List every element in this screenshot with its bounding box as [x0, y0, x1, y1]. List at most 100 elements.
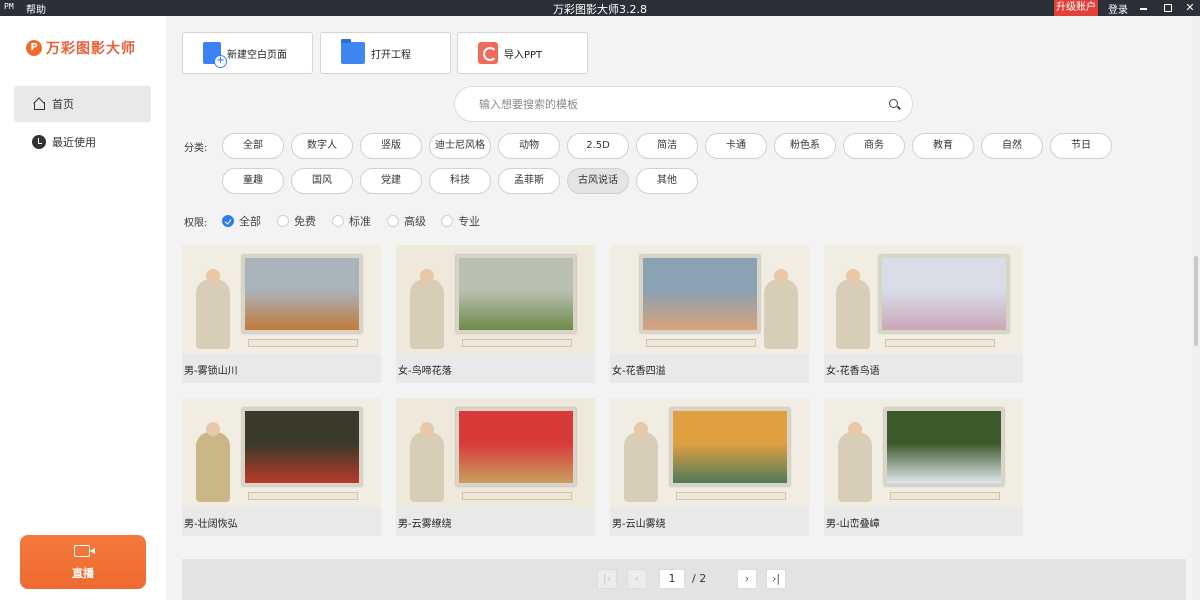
template-thumbnail: [182, 398, 381, 507]
category-chip[interactable]: 竖版: [360, 133, 422, 159]
category-chip[interactable]: 数字人: [291, 133, 353, 159]
scrollbar-thumb[interactable]: [1194, 256, 1198, 346]
template-title: 男-云雾缭绕: [398, 519, 452, 530]
category-chip[interactable]: 2.5D: [567, 133, 629, 159]
category-chip[interactable]: 国风: [291, 168, 353, 194]
template-thumbnail: [396, 398, 595, 507]
next-page-button[interactable]: ›: [737, 569, 757, 589]
permission-radio[interactable]: 高级: [387, 213, 426, 229]
category-chip[interactable]: 全部: [222, 133, 284, 159]
category-chip[interactable]: 简洁: [636, 133, 698, 159]
template-card[interactable]: 女-花香鸟语: [824, 245, 1023, 383]
logo-name: 万彩图影大师: [46, 41, 136, 57]
category-chip[interactable]: 动物: [498, 133, 560, 159]
window-title: 万彩图影大师3.2.8: [553, 3, 647, 16]
category-chip[interactable]: 党建: [360, 168, 422, 194]
category-chip[interactable]: 教育: [912, 133, 974, 159]
sidebar-item-home[interactable]: 首页: [14, 86, 151, 122]
permission-radio[interactable]: 全部: [222, 213, 261, 229]
template-card[interactable]: 女-鸟啼花落: [396, 245, 595, 383]
permission-radio-label: 专业: [458, 215, 480, 228]
template-card[interactable]: 女-花香四溢: [610, 245, 809, 383]
category-chip[interactable]: 迪士尼风格: [429, 133, 491, 159]
category-chip[interactable]: 科技: [429, 168, 491, 194]
category-chip[interactable]: 粉色系: [774, 133, 836, 159]
permission-radio[interactable]: 标准: [332, 213, 371, 229]
permission-radio[interactable]: 专业: [441, 213, 480, 229]
live-button-label: 直播: [72, 567, 94, 580]
pagination: |‹ ‹ 1 / 2 › ›|: [182, 559, 1186, 600]
prev-page-button[interactable]: ‹: [627, 569, 647, 589]
permission-radio-label: 全部: [239, 215, 261, 228]
template-title: 男-云山雾绕: [612, 519, 666, 530]
search-box: [454, 86, 913, 122]
template-title: 女-花香鸟语: [826, 366, 880, 377]
template-thumbnail: [396, 245, 595, 354]
app-logo: P 万彩图影大师: [26, 38, 136, 58]
upgrade-account-button[interactable]: 升级账户: [1054, 0, 1098, 16]
main-content: 新建空白页面 打开工程 导入PPT 分类: 全部数字人竖版迪士尼风格动物2.5D…: [166, 16, 1192, 600]
new-blank-page-label: 新建空白页面: [227, 49, 287, 61]
import-ppt-label: 导入PPT: [504, 49, 543, 61]
template-title: 男-壮阔恢弘: [184, 519, 238, 530]
ppt-icon: [478, 42, 498, 64]
title-bar: PM 帮助 万彩图影大师3.2.8 升级账户 登录 ✕: [0, 0, 1200, 16]
sidebar-item-label: 最近使用: [52, 136, 96, 149]
permission-radio-label: 高级: [404, 215, 426, 228]
page-number-input[interactable]: 1: [659, 569, 685, 589]
maximize-icon[interactable]: [1160, 0, 1176, 16]
category-label: 分类:: [184, 143, 208, 154]
new-blank-page-button[interactable]: 新建空白页面: [182, 32, 313, 74]
category-chip[interactable]: 其他: [636, 168, 698, 194]
first-page-button[interactable]: |‹: [597, 569, 617, 589]
sidebar-item-recent[interactable]: 最近使用: [14, 124, 151, 160]
open-project-label: 打开工程: [371, 49, 411, 61]
radio-dot-icon: [277, 215, 289, 227]
template-card[interactable]: 男-云雾缭绕: [396, 398, 595, 536]
live-button[interactable]: 直播: [20, 535, 146, 589]
template-card[interactable]: 男-壮阔恢弘: [182, 398, 381, 536]
open-project-button[interactable]: 打开工程: [320, 32, 451, 74]
template-thumbnail: [824, 398, 1023, 507]
logo-mark: P: [26, 40, 42, 56]
template-card[interactable]: 男-云山雾绕: [610, 398, 809, 536]
category-chip[interactable]: 自然: [981, 133, 1043, 159]
category-chip[interactable]: 童趣: [222, 168, 284, 194]
category-chip[interactable]: 卡通: [705, 133, 767, 159]
category-chip[interactable]: 孟菲斯: [498, 168, 560, 194]
search-icon[interactable]: [889, 99, 898, 108]
search-input[interactable]: [479, 95, 859, 113]
category-chip[interactable]: 商务: [843, 133, 905, 159]
clock-icon: [32, 135, 46, 149]
template-card[interactable]: 男-山峦叠嶂: [824, 398, 1023, 536]
template-title: 男-雾锁山川: [184, 366, 238, 377]
category-chip[interactable]: 古风说话: [567, 168, 629, 194]
template-title: 男-山峦叠嶂: [826, 519, 880, 530]
camera-icon: [74, 545, 95, 557]
template-thumbnail: [182, 245, 381, 354]
radio-dot-icon: [332, 215, 344, 227]
template-thumbnail: [824, 245, 1023, 354]
page-total: / 2: [692, 572, 707, 585]
folder-icon: [341, 39, 365, 64]
last-page-button[interactable]: ›|: [766, 569, 786, 589]
import-ppt-button[interactable]: 导入PPT: [457, 32, 588, 74]
permission-radio[interactable]: 免费: [277, 213, 316, 229]
template-card[interactable]: 男-雾锁山川: [182, 245, 381, 383]
category-chip[interactable]: 节日: [1050, 133, 1112, 159]
template-thumbnail: [610, 398, 809, 507]
template-thumbnail: [610, 245, 809, 354]
radio-dot-icon: [441, 215, 453, 227]
sidebar-item-label: 首页: [52, 98, 74, 111]
template-title: 女-花香四溢: [612, 366, 666, 377]
radio-dot-icon: [387, 215, 399, 227]
radio-dot-icon: [222, 215, 234, 227]
home-icon: [32, 97, 46, 111]
permission-radio-label: 标准: [349, 215, 371, 228]
minimize-icon[interactable]: [1136, 0, 1152, 16]
scrollbar[interactable]: [1192, 16, 1200, 600]
close-icon[interactable]: ✕: [1182, 0, 1198, 16]
sidebar: P 万彩图影大师 首页 最近使用 直播: [0, 16, 166, 600]
login-button[interactable]: 登录: [1108, 1, 1128, 16]
new-page-icon: [203, 42, 227, 68]
